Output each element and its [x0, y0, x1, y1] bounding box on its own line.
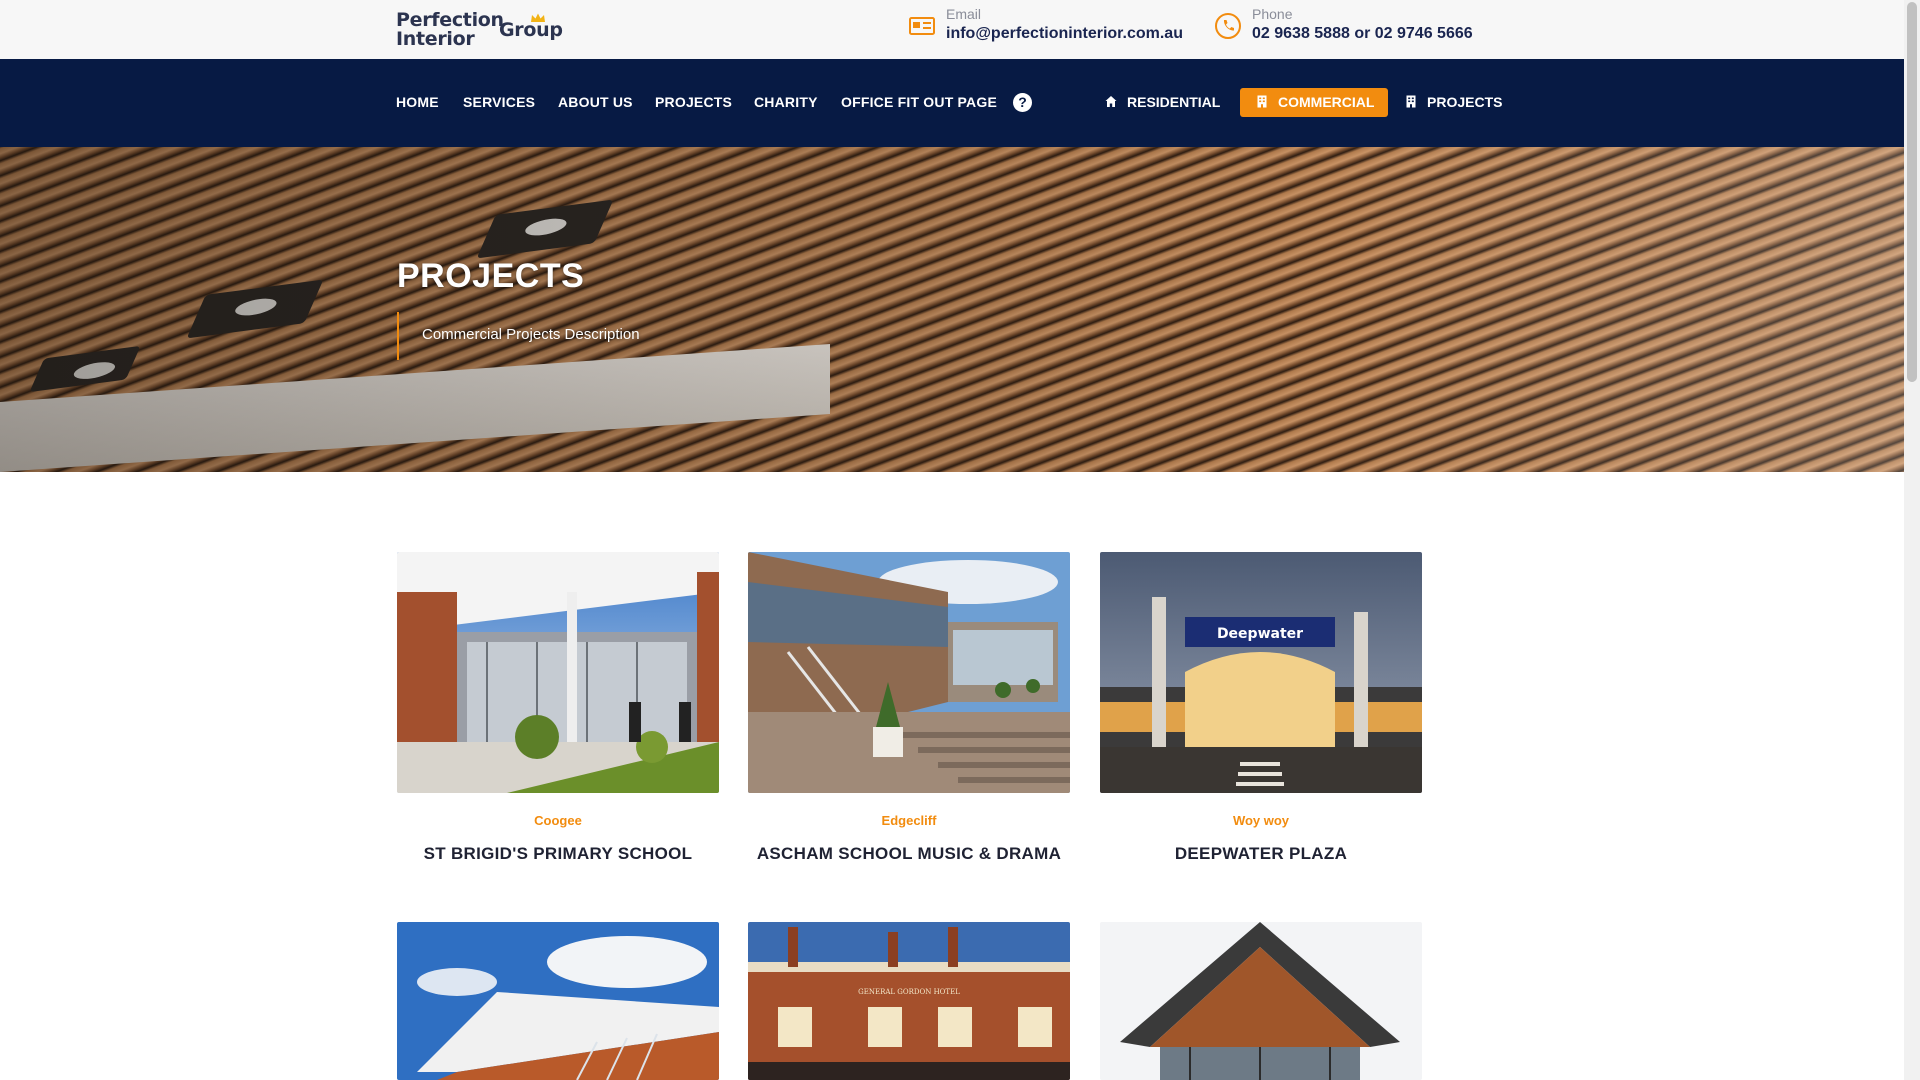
- email-link[interactable]: info@perfectioninterior.com.au: [946, 25, 1183, 43]
- scrollbar-thumb[interactable]: [1907, 2, 1917, 382]
- logo-text-group: Group: [499, 19, 563, 41]
- page-title: PROJECTS: [397, 257, 585, 295]
- segment-commercial[interactable]: COMMERCIAL: [1240, 88, 1389, 117]
- phone-label: Phone: [1252, 6, 1293, 22]
- email-label: Email: [946, 6, 982, 22]
- segment-projects[interactable]: PROJECTS: [1405, 88, 1502, 117]
- project-location: Woy woy: [1232, 813, 1290, 828]
- segment-residential-label: RESIDENTIAL: [1127, 94, 1221, 110]
- segment-projects-label: PROJECTS: [1427, 94, 1503, 110]
- hero-banner: PROJECTS Commercial Projects Description: [0, 147, 1904, 472]
- project-image[interactable]: [397, 922, 719, 1080]
- project-card[interactable]: Coogee ST BRIGID'S PRIMARY SCHOOL: [397, 552, 719, 872]
- segment-commercial-label: COMMERCIAL: [1278, 94, 1375, 110]
- contact-phone[interactable]: Phone 02 9638 5888 or 02 9746 5666: [1214, 6, 1514, 50]
- page-subtitle: Commercial Projects Description: [422, 326, 640, 343]
- building-icon: [1406, 95, 1416, 108]
- project-image[interactable]: [397, 552, 719, 793]
- phone-link[interactable]: 02 9638 5888 or 02 9746 5666: [1252, 25, 1473, 43]
- building-icon: [1257, 95, 1267, 108]
- logo-text-interior: Interior: [396, 28, 475, 50]
- contact-email[interactable]: Email info@perfectioninterior.com.au: [908, 6, 1198, 50]
- help-icon[interactable]: ?: [1013, 93, 1032, 112]
- segment-residential[interactable]: RESIDENTIAL: [1105, 88, 1220, 117]
- top-bar: Perfection Interior Group Email info@per…: [0, 0, 1904, 59]
- project-image[interactable]: [1100, 922, 1422, 1080]
- project-title[interactable]: ASCHAM SCHOOL MUSIC & DRAMA: [738, 844, 1080, 864]
- project-card[interactable]: [1100, 922, 1422, 1080]
- nav-office-fit-out[interactable]: OFFICE FIT OUT PAGE: [841, 94, 997, 110]
- logo-text-perfection: Perfection: [396, 9, 504, 31]
- crown-icon: [531, 13, 545, 22]
- email-card-icon: [909, 17, 935, 35]
- project-image[interactable]: GENERAL GORDON HOTEL: [748, 922, 1070, 1080]
- nav-about-us[interactable]: ABOUT US: [558, 94, 633, 110]
- nav-projects[interactable]: PROJECTS: [655, 94, 732, 110]
- project-card[interactable]: GENERAL GORDON HOTEL: [748, 922, 1070, 1080]
- project-title[interactable]: ST BRIGID'S PRIMARY SCHOOL: [387, 844, 729, 864]
- project-location: Edgecliff: [881, 813, 937, 828]
- nav-services[interactable]: SERVICES: [463, 94, 535, 110]
- title-accent-rule: [397, 312, 399, 360]
- project-location: Coogee: [534, 813, 582, 828]
- project-title[interactable]: DEEPWATER PLAZA: [1090, 844, 1432, 864]
- project-card[interactable]: [397, 922, 719, 1080]
- nav-home[interactable]: HOME: [396, 94, 439, 110]
- project-image[interactable]: Deepwater: [1100, 552, 1422, 793]
- phone-icon: [1215, 13, 1241, 39]
- home-icon: [1105, 96, 1117, 107]
- project-image[interactable]: [748, 552, 1070, 793]
- site-logo[interactable]: Perfection Interior Group: [396, 10, 566, 50]
- main-nav: HOME SERVICES ABOUT US PROJECTS CHARITY …: [0, 59, 1904, 147]
- deepwater-sign-text: Deepwater: [1217, 626, 1303, 642]
- project-card[interactable]: Deepwater Woy woy DEEPWATER PLAZA: [1100, 552, 1422, 872]
- gordon-sign-text: GENERAL GORDON HOTEL: [858, 988, 960, 996]
- project-card[interactable]: Edgecliff ASCHAM SCHOOL MUSIC & DRAMA: [748, 552, 1070, 872]
- nav-charity[interactable]: CHARITY: [754, 94, 818, 110]
